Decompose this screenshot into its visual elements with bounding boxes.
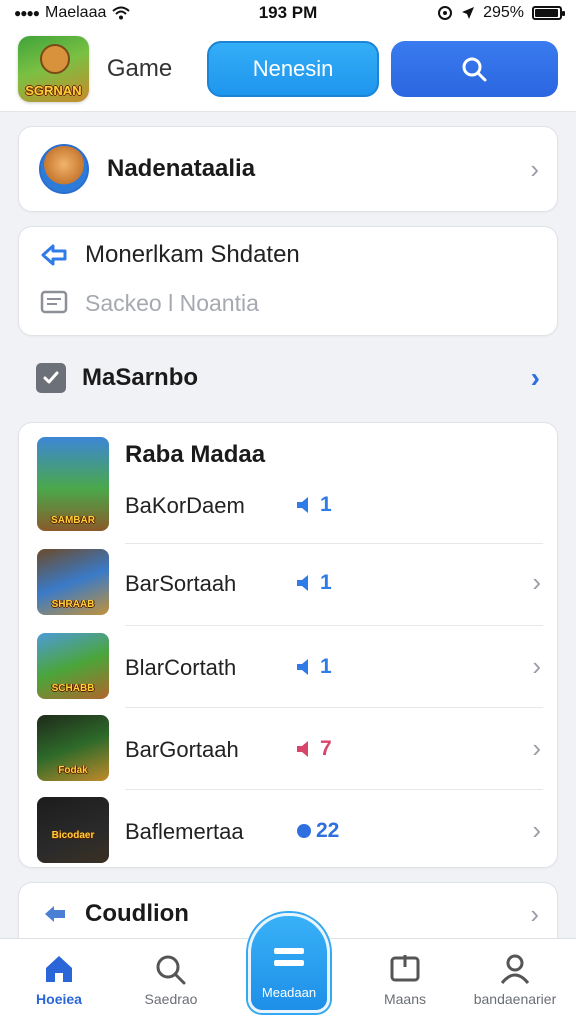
orientation-lock-icon (438, 6, 453, 20)
speaker-icon (297, 575, 308, 591)
primary-action-button[interactable]: Nenesin (207, 40, 379, 97)
info-row1-text: Monerlkam Shdaten (85, 241, 300, 268)
chevron-right-icon: › (532, 651, 541, 681)
game-thumbnail: SHRAAB (37, 549, 109, 615)
info-card: Monerlkam Shdaten Sackeo l Noantia (18, 226, 558, 336)
status-left: ●●●● Maelaaa (14, 4, 194, 22)
tab-search[interactable]: Saedrao (116, 953, 226, 1007)
game-label: BarGortaah (125, 737, 239, 762)
speaker-icon (297, 659, 308, 675)
status-badge: 1 (295, 571, 332, 595)
logo-text: SGRNAN (25, 82, 82, 98)
tab-menu-center[interactable]: Meadaan (248, 913, 330, 1013)
chevron-right-icon: › (530, 898, 539, 929)
list-item[interactable]: SAMBAR BaKorDaem 1 (19, 423, 559, 531)
section-header[interactable]: MaSarnbo › (18, 356, 558, 400)
games-list-card: Raba Madaa SAMBAR BaKorDaem 1 SHRAAB Bar… (18, 422, 558, 868)
section-title: MaSarnbo (82, 364, 199, 391)
game-label: BaKorDaem (125, 493, 245, 518)
share-icon (41, 244, 67, 266)
avatar (39, 144, 89, 194)
profile-name: Nadenataalia (107, 155, 256, 182)
game-thumbnail: Bicodaer (37, 797, 109, 863)
search-button[interactable] (390, 40, 559, 97)
game-thumbnail: SCHABB (37, 633, 109, 699)
list-item[interactable]: Fodak BarGortaah 7 › (19, 707, 559, 789)
status-badge: 22 (295, 819, 339, 843)
battery-percent: 295% (483, 4, 524, 21)
bottom-card-label: Coudlion (85, 899, 189, 927)
carrier-name: Maelaaa (45, 4, 107, 21)
game-thumbnail: SAMBAR (37, 437, 109, 531)
wifi-icon (112, 6, 131, 20)
cell-signal-icon: ●●●● (14, 6, 40, 20)
status-right: 295% (382, 4, 565, 22)
search-icon (462, 57, 487, 81)
status-badge: 7 (295, 737, 332, 761)
chevron-right-icon[interactable]: › (531, 362, 540, 394)
game-label: BlarCortath (125, 655, 237, 680)
game-label: Baflemertaa (125, 819, 244, 844)
game-label: BarSortaah (125, 571, 237, 596)
menu-icon (274, 948, 304, 966)
note-icon (40, 290, 68, 314)
app-logo[interactable]: SGRNAN (18, 35, 89, 102)
chevron-right-icon: › (532, 567, 541, 597)
status-bar: ●●●● Maelaaa 193 PM 295% (0, 0, 576, 26)
list-item[interactable]: SHRAAB BarSortaah 1 › (19, 543, 559, 625)
info-row2-text: Sackeo l Noantia (85, 289, 259, 316)
tab-home[interactable]: Hoeiea (4, 953, 114, 1007)
status-badge: 1 (295, 655, 332, 679)
battery-icon (532, 6, 565, 20)
info-row-share[interactable]: Monerlkam Shdaten (39, 241, 300, 269)
status-badge: 1 (295, 493, 332, 517)
location-arrow-icon (462, 7, 475, 19)
logo-character (40, 43, 70, 74)
list-item[interactable]: SCHABB BlarCortath 1 › (19, 625, 559, 707)
list-item[interactable]: Bicodaer Baflemertaa 22 › (19, 789, 559, 871)
header-title: Game (106, 54, 173, 82)
home-icon (46, 956, 72, 982)
profile-card[interactable]: Nadenataalia › (18, 126, 558, 212)
person-icon (500, 954, 530, 984)
chevron-right-icon: › (532, 733, 541, 763)
chevron-right-icon: › (530, 154, 539, 184)
chevron-right-icon: › (532, 815, 541, 845)
search-icon (156, 955, 186, 985)
tab-bar: Hoeiea Saedrao Meadaan Maans bandaenarie… (0, 913, 576, 1024)
info-row-notes[interactable]: Sackeo l Noantia (39, 289, 259, 317)
share-icon (45, 905, 65, 922)
speaker-icon (297, 497, 308, 513)
tab-profile[interactable]: bandaenarier (460, 953, 570, 1007)
speaker-icon (297, 741, 308, 757)
tab-messages[interactable]: Maans (350, 953, 460, 1007)
message-icon (390, 955, 420, 982)
game-thumbnail: Fodak (37, 715, 109, 781)
status-time: 193 PM (258, 3, 318, 22)
dot-icon (297, 824, 311, 838)
checkbox-icon[interactable] (36, 363, 66, 393)
app-header: SGRNAN Game Nenesin (0, 26, 576, 112)
